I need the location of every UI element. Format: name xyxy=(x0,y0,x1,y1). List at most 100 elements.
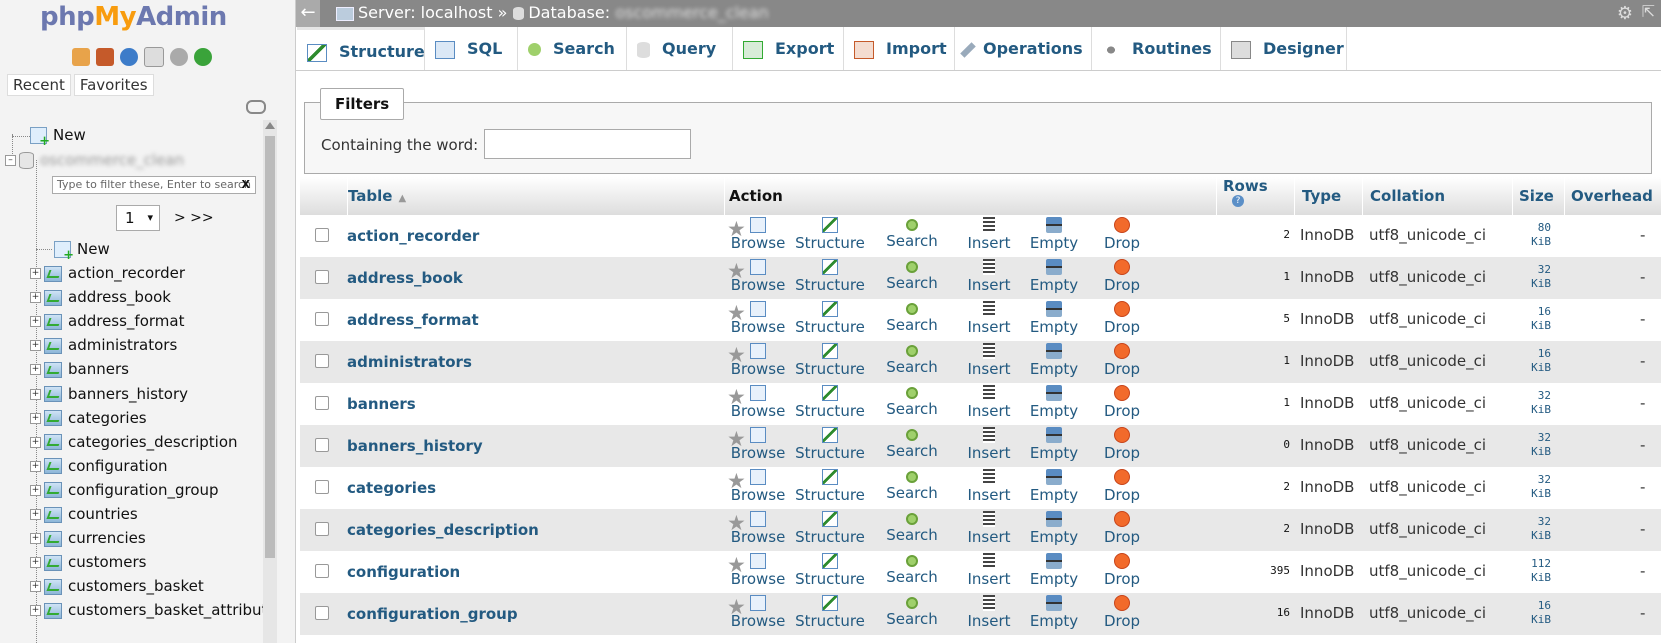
scroll-thumb[interactable] xyxy=(265,136,275,558)
column-header-table[interactable]: Table ▲ xyxy=(347,177,406,215)
tab-operations[interactable]: Operations xyxy=(955,27,1092,70)
tree-database[interactable]: – oscommerce_clean xyxy=(5,151,184,169)
containing-word-input[interactable] xyxy=(484,129,691,159)
expand-icon[interactable]: + xyxy=(30,388,41,400)
tree-new-table[interactable]: New xyxy=(54,240,110,263)
link-icon[interactable] xyxy=(246,100,266,114)
action-browse-link[interactable]: Browse xyxy=(723,511,793,549)
expand-icon[interactable]: + xyxy=(30,436,41,448)
table-name-link[interactable]: categories xyxy=(347,479,436,497)
action-structure-link[interactable]: Structure xyxy=(789,259,871,297)
logout-icon[interactable] xyxy=(96,47,114,66)
back-arrow-icon[interactable]: ← xyxy=(296,0,320,27)
action-browse-link[interactable]: Browse xyxy=(723,217,793,255)
size-value[interactable]: 16 KiB xyxy=(1509,599,1551,627)
row-checkbox[interactable] xyxy=(315,396,329,410)
row-checkbox[interactable] xyxy=(315,270,329,284)
table-name-link[interactable]: address_book xyxy=(347,269,463,287)
expand-icon[interactable]: + xyxy=(30,412,41,424)
breadcrumb-database-label[interactable]: Database: xyxy=(528,3,610,22)
action-structure-link[interactable]: Structure xyxy=(789,595,871,633)
tree-table-action-recorder[interactable]: + action_recorder xyxy=(30,264,185,282)
phpmyadmin-logo[interactable]: phpMyAdmin xyxy=(40,2,227,32)
action-structure-link[interactable]: Structure xyxy=(789,427,871,465)
table-name-link[interactable]: banners_history xyxy=(347,437,483,455)
action-search-link[interactable]: Search xyxy=(879,217,945,255)
tree-table-countries[interactable]: + countries xyxy=(30,505,138,523)
tab-export[interactable]: Export xyxy=(733,27,844,70)
tab-import[interactable]: Import xyxy=(844,27,955,70)
clear-filter-button[interactable]: X xyxy=(242,177,250,193)
collapse-icon[interactable]: ⇱ xyxy=(1642,2,1655,21)
expand-icon[interactable]: + xyxy=(30,605,41,617)
next-page-link[interactable]: > >> xyxy=(174,210,214,226)
expand-icon[interactable]: + xyxy=(30,316,41,328)
tab-routines[interactable]: Routines xyxy=(1092,27,1221,70)
action-browse-link[interactable]: Browse xyxy=(723,385,793,423)
column-header-type[interactable]: Type xyxy=(1294,177,1368,215)
row-checkbox[interactable] xyxy=(315,312,329,326)
action-structure-link[interactable]: Structure xyxy=(789,469,871,507)
tree-table-categories-description[interactable]: + categories_description xyxy=(30,433,238,451)
action-browse-link[interactable]: Browse xyxy=(723,427,793,465)
action-structure-link[interactable]: Structure xyxy=(789,553,871,591)
action-search-link[interactable]: Search xyxy=(879,553,945,591)
action-browse-link[interactable]: Browse xyxy=(723,343,793,381)
size-value[interactable]: 32 KiB xyxy=(1509,389,1551,417)
tree-table-address-format[interactable]: + address_format xyxy=(30,312,184,330)
tree-table-categories[interactable]: + categories xyxy=(30,409,147,427)
expand-icon[interactable]: + xyxy=(30,484,41,496)
action-search-link[interactable]: Search xyxy=(879,427,945,465)
table-name-link[interactable]: action_recorder xyxy=(347,227,479,245)
reload-icon[interactable] xyxy=(194,47,212,66)
action-search-link[interactable]: Search xyxy=(879,259,945,297)
action-search-link[interactable]: Search xyxy=(879,511,945,549)
expand-icon[interactable]: + xyxy=(30,581,41,593)
table-filter-input[interactable]: Type to filter these, Enter to search X xyxy=(52,176,256,194)
action-search-link[interactable]: Search xyxy=(879,595,945,633)
breadcrumb-database-name[interactable]: oscommerce_clean xyxy=(615,3,769,22)
tree-new-database[interactable]: New xyxy=(30,126,86,149)
tab-designer[interactable]: Designer xyxy=(1221,27,1347,70)
size-value[interactable]: 16 KiB xyxy=(1509,305,1551,333)
column-header-size[interactable]: Size xyxy=(1512,177,1569,215)
size-value[interactable]: 32 KiB xyxy=(1509,263,1551,291)
row-checkbox[interactable] xyxy=(315,438,329,452)
docs-icon[interactable] xyxy=(144,46,164,67)
expand-icon[interactable]: + xyxy=(30,340,41,352)
settings-gear-icon[interactable]: ⚙ xyxy=(1617,3,1633,24)
tree-table-customers-basket-attribute[interactable]: + customers_basket_attribute xyxy=(30,601,277,619)
action-browse-link[interactable]: Browse xyxy=(723,553,793,591)
breadcrumb-server[interactable]: Server: localhost » xyxy=(358,3,507,22)
tab-structure[interactable]: Structure xyxy=(297,27,425,70)
help-icon[interactable] xyxy=(120,47,138,66)
expand-icon[interactable]: + xyxy=(30,268,41,279)
column-header-collation[interactable]: Collation xyxy=(1362,177,1518,215)
tab-sql[interactable]: SQL xyxy=(425,27,518,70)
navigation-scrollbar[interactable] xyxy=(263,120,277,643)
action-browse-link[interactable]: Browse xyxy=(723,469,793,507)
row-checkbox[interactable] xyxy=(315,564,329,578)
tab-search[interactable]: Search xyxy=(518,27,627,70)
tree-table-customers-basket[interactable]: + customers_basket xyxy=(30,577,204,595)
tab-query[interactable]: Query xyxy=(627,27,733,70)
expand-icon[interactable]: + xyxy=(30,292,41,304)
page-select[interactable]: 1 xyxy=(116,205,160,231)
expand-icon[interactable]: + xyxy=(30,533,41,545)
tree-table-address-book[interactable]: + address_book xyxy=(30,288,171,306)
table-name-link[interactable]: administrators xyxy=(347,353,472,371)
size-value[interactable]: 112 KiB xyxy=(1509,557,1551,585)
scroll-up-icon[interactable] xyxy=(265,122,275,129)
action-search-link[interactable]: Search xyxy=(879,343,945,381)
tree-table-administrators[interactable]: + administrators xyxy=(30,336,177,354)
column-header-rows[interactable]: Rows xyxy=(1216,177,1299,215)
row-checkbox[interactable] xyxy=(315,354,329,368)
tree-table-banners-history[interactable]: + banners_history xyxy=(30,385,188,403)
tree-table-configuration[interactable]: + configuration xyxy=(30,457,168,475)
action-browse-link[interactable]: Browse xyxy=(723,595,793,633)
expand-icon[interactable]: + xyxy=(30,460,41,472)
action-search-link[interactable]: Search xyxy=(879,301,945,339)
tree-table-customers[interactable]: + customers xyxy=(30,553,146,571)
action-search-link[interactable]: Search xyxy=(879,385,945,423)
action-structure-link[interactable]: Structure xyxy=(789,217,871,255)
